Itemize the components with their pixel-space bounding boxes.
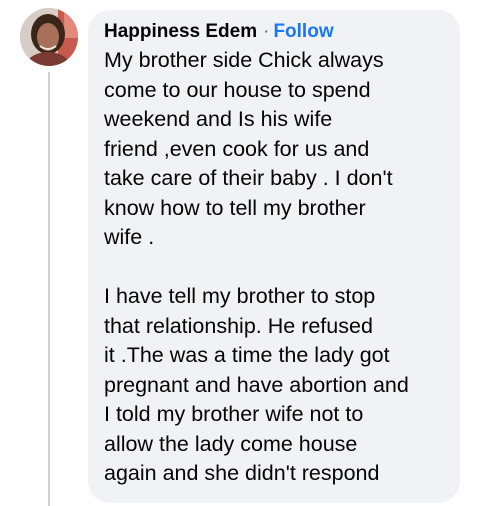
comment-paragraph-2: I have tell my brother to stop that rela… [104, 282, 450, 489]
comment-line: it .The was a time the lady got [104, 343, 390, 367]
comment-line: that relationship. He refused [104, 313, 373, 338]
comment-line: friend ,even cook for us and [104, 136, 370, 161]
follow-button[interactable]: Follow [273, 21, 333, 42]
profile-photo-icon [20, 8, 78, 66]
comment-line: come to our house to spend [104, 77, 371, 102]
comment-line: pregnant and have abortion and [104, 372, 409, 397]
comment-line: I have tell my brother to stop [104, 284, 376, 308]
comment-bubble: Happiness Edem · Follow My brother side Ch… [88, 10, 460, 503]
comment-line: take care of their baby . I don't [104, 166, 393, 190]
comment-paragraph-1: My brother side Chick always come to our… [104, 46, 450, 253]
comment-header: Happiness Edem · Follow [104, 18, 450, 46]
avatar[interactable] [20, 8, 78, 66]
comment-line: I told my brother wife not to [104, 402, 364, 426]
comment-line: weekend and Is his wife [104, 107, 333, 131]
comment-line: know how to tell my brother [104, 195, 366, 220]
comment-line: wife . [104, 225, 155, 249]
comment-line: My brother side Chick always [104, 48, 384, 72]
separator-dot: · [263, 21, 270, 42]
reply-thread-line [48, 72, 50, 506]
comment-line: again and she didn't respond [104, 461, 380, 485]
comment-line: allow the lady come house [104, 431, 358, 456]
author-name[interactable]: Happiness Edem [104, 21, 257, 42]
